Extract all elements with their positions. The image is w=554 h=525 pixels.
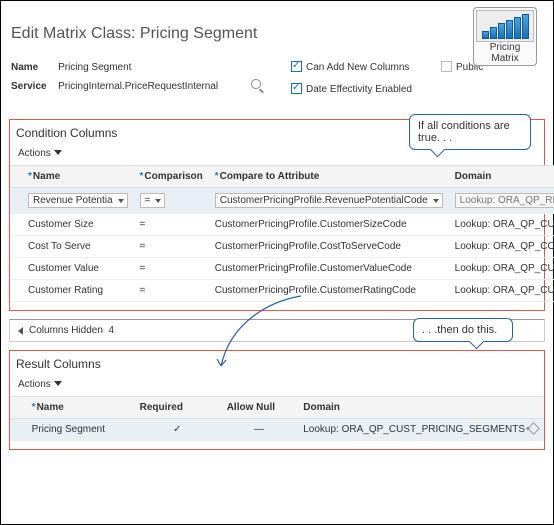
required-check-icon: ✓ bbox=[134, 419, 221, 441]
table-row[interactable]: Customer Value=CustomerPricingProfile.Cu… bbox=[10, 258, 554, 280]
table-row[interactable]: Cost To Serve=CustomerPricingProfile.Cos… bbox=[10, 236, 554, 258]
table-header-row: *Name *Comparison *Compare to Attribute … bbox=[10, 166, 554, 188]
chevron-down-icon bbox=[54, 150, 62, 155]
callout-conditions: If all conditions are true. . . bbox=[409, 114, 531, 150]
date-effectivity-checkbox[interactable]: Date Effectivity Enabled bbox=[291, 83, 441, 95]
pencil-icon[interactable] bbox=[527, 422, 540, 435]
name-dropdown[interactable]: Revenue Potentia bbox=[28, 193, 128, 208]
search-icon[interactable] bbox=[251, 79, 261, 89]
name-label: Name bbox=[11, 62, 55, 73]
badge-line1: Pricing bbox=[476, 42, 534, 53]
service-label: Service bbox=[11, 81, 55, 92]
table-header-row: *Name Required Allow Null Domain bbox=[10, 397, 544, 419]
collapse-icon bbox=[18, 327, 23, 335]
bar-chart-icon bbox=[476, 10, 534, 42]
page-title: Edit Matrix Class: Pricing Segment bbox=[1, 1, 553, 43]
table-row[interactable]: Revenue Potentia = CustomerPricingProfil… bbox=[10, 188, 554, 214]
name-value: Pricing Segment bbox=[58, 62, 131, 73]
callout-result: . . .then do this. bbox=[413, 318, 513, 342]
result-columns-table: *Name Required Allow Null Domain Pricing… bbox=[10, 396, 544, 441]
result-actions-menu[interactable]: Actions bbox=[10, 377, 544, 396]
comparison-dropdown[interactable]: = bbox=[140, 193, 166, 208]
result-columns-panel: Result Columns Actions *Name Required Al… bbox=[9, 350, 545, 450]
result-columns-title: Result Columns bbox=[10, 355, 544, 377]
table-row[interactable]: Customer Rating=CustomerPricingProfile.C… bbox=[10, 280, 554, 302]
badge-line2: Matrix bbox=[476, 53, 534, 64]
pricing-matrix-badge: Pricing Matrix bbox=[473, 7, 537, 66]
compare-attr-dropdown[interactable]: CustomerPricingProfile.RevenuePotentialC… bbox=[215, 193, 443, 208]
chevron-down-icon bbox=[54, 381, 62, 386]
can-add-columns-checkbox[interactable]: Can Add New Columns bbox=[291, 61, 441, 73]
allownull-value: — bbox=[221, 419, 298, 441]
domain-field: Lookup: ORA_QP_REV_POTENTIAL_VALU bbox=[455, 193, 554, 208]
table-row[interactable]: Customer Size=CustomerPricingProfile.Cus… bbox=[10, 214, 554, 236]
table-row[interactable]: Pricing Segment ✓ — Lookup: ORA_QP_CUST_… bbox=[10, 419, 544, 441]
service-value: PricingInternal.PriceRequestInternal bbox=[58, 81, 218, 92]
condition-columns-table: *Name *Comparison *Compare to Attribute … bbox=[10, 165, 554, 302]
